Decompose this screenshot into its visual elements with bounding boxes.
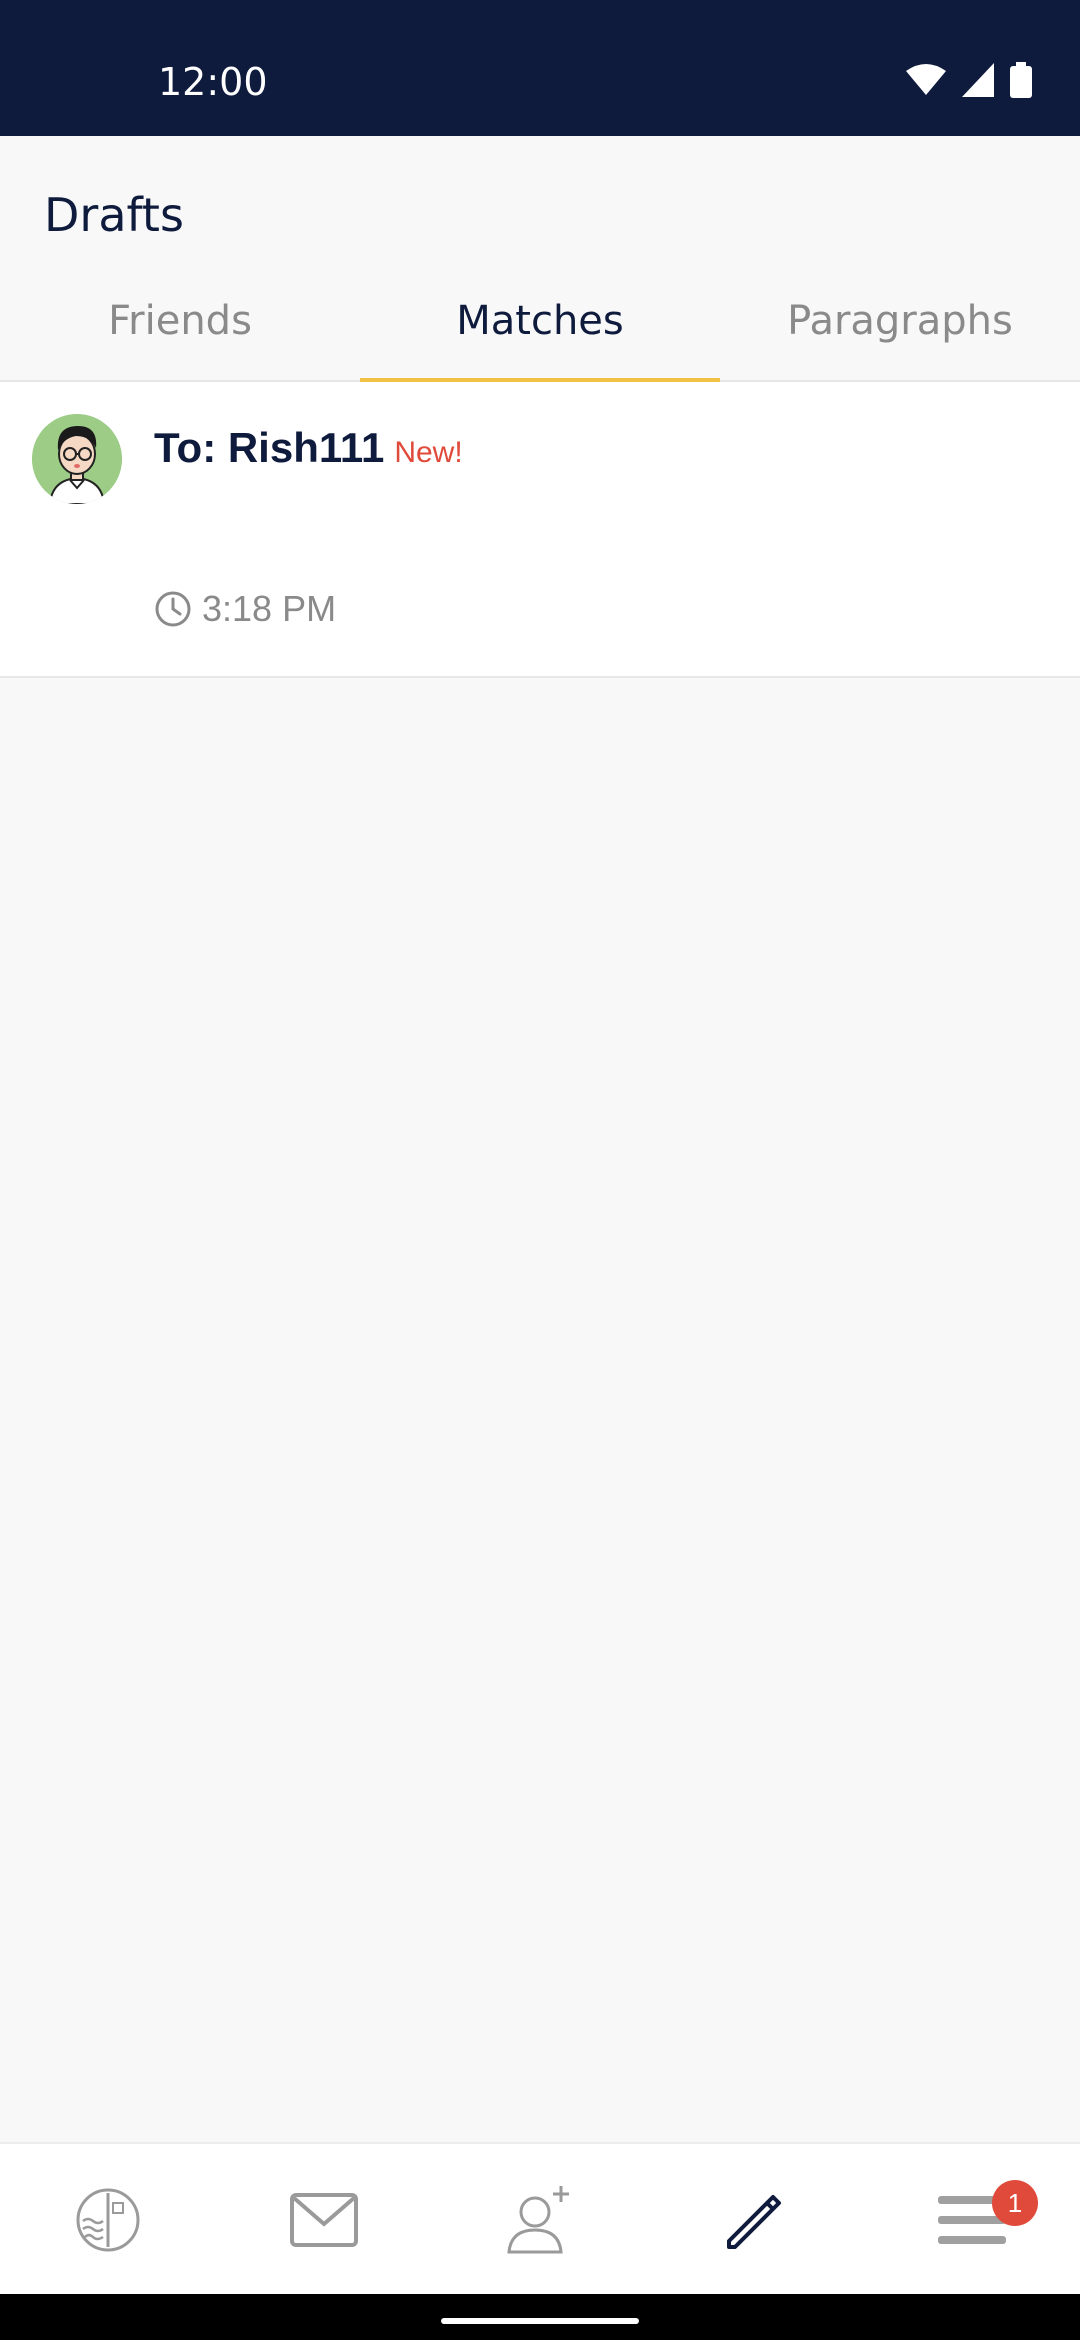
draft-time-text: 3:18 PM [202,588,337,629]
page-title: Drafts [44,188,184,242]
signal-icon [962,63,994,97]
new-badge: New! [394,436,463,469]
clock-icon [155,591,191,627]
status-icons [906,62,1032,98]
notification-badge: 1 [992,2180,1038,2226]
bottom-nav: 1 [0,2142,1080,2294]
battery-icon [1010,62,1032,98]
draft-recipient-label: To: Rish111 [154,424,385,471]
tab-friends[interactable]: Friends [0,286,360,382]
drafts-list: To: Rish111 New! 3:18 PM [0,382,1080,678]
draft-recipient: To: Rish111 New! [154,424,463,472]
avatar [32,414,122,504]
nav-drafts[interactable] [648,2144,864,2296]
home-handle[interactable] [441,2318,639,2324]
wifi-icon [906,64,946,95]
draft-timestamp: 3:18 PM [154,588,336,630]
tab-bar: Friends Matches Paragraphs [0,286,1080,384]
tab-matches[interactable]: Matches [360,286,720,384]
status-bar: 12:00 [0,0,1080,136]
list-item[interactable]: To: Rish111 New! 3:18 PM [0,382,1080,678]
nav-mail[interactable] [216,2144,432,2296]
status-time: 12:00 [158,60,268,104]
mail-icon [290,2193,358,2247]
nav-add-friend[interactable] [432,2144,648,2296]
nav-menu[interactable]: 1 [864,2144,1080,2296]
pencil-icon [727,2195,781,2249]
header: Drafts Friends Matches Paragraphs [0,136,1080,384]
avatar-illustration [32,414,122,504]
add-friend-icon [507,2186,569,2254]
stamp-icon [76,2188,140,2252]
gesture-bar [0,2294,1080,2340]
nav-stamps[interactable] [0,2144,216,2296]
tab-paragraphs[interactable]: Paragraphs [720,286,1080,382]
